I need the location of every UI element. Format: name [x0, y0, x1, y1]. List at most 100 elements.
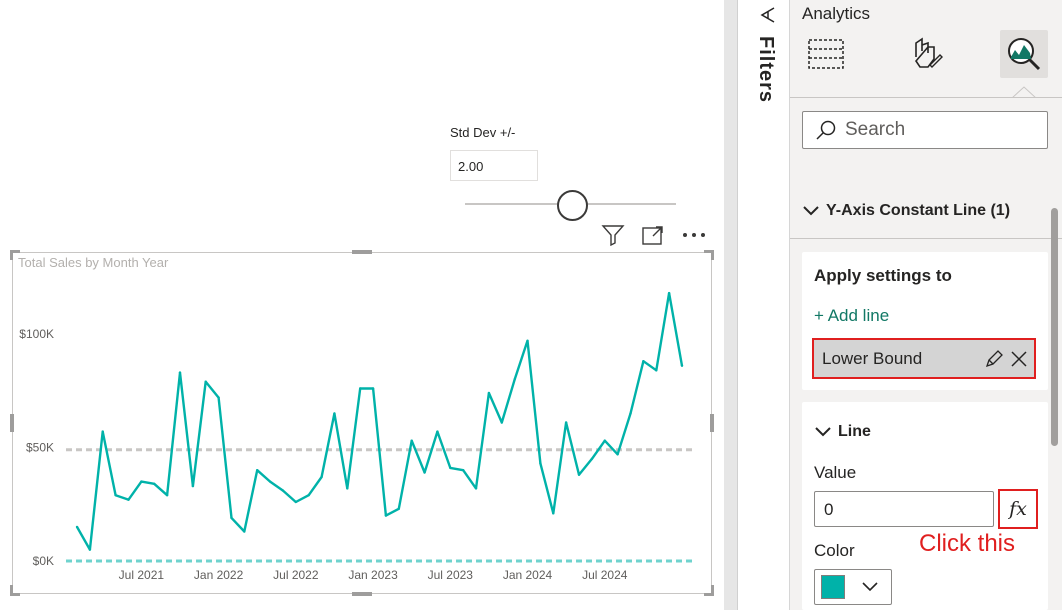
- data-point: [217, 396, 220, 399]
- pane-separator: [790, 97, 1062, 98]
- line-section[interactable]: Line: [802, 420, 1058, 444]
- data-point: [256, 469, 259, 472]
- series-dropdown[interactable]: Lower Bound: [812, 338, 1036, 379]
- add-line-button[interactable]: + Add line: [814, 306, 889, 326]
- data-point: [178, 371, 182, 374]
- value-input[interactable]: 0: [814, 491, 994, 527]
- paintbrush-icon: [914, 37, 943, 68]
- x-tick-label: Jul 2022: [273, 568, 319, 582]
- selected-line-label: Lower Bound: [822, 348, 923, 368]
- pane-divider: [724, 0, 738, 610]
- data-point: [397, 507, 401, 510]
- data-point: [513, 378, 516, 381]
- y-axis-constant-line-section[interactable]: Y-Axis Constant Line (1): [790, 198, 1046, 224]
- data-point: [642, 360, 645, 363]
- tab-build-visual[interactable]: [802, 30, 850, 78]
- line-section-title: Line: [838, 423, 871, 440]
- filters-label[interactable]: Filters: [754, 36, 777, 103]
- search-input[interactable]: Search: [802, 111, 1048, 149]
- data-point: [526, 339, 529, 343]
- data-point: [629, 412, 632, 415]
- data-point: [127, 498, 130, 501]
- data-point: [667, 291, 671, 295]
- std-dev-input[interactable]: 2.00: [450, 150, 538, 181]
- data-point: [590, 457, 594, 461]
- data-point: [333, 412, 336, 415]
- x-tick-label: Jul 2021: [119, 568, 165, 582]
- section-title: Y-Axis Constant Line (1): [826, 202, 1011, 219]
- chevron-down-icon: [803, 206, 819, 216]
- tab-analytics[interactable]: [1000, 30, 1048, 78]
- y-tick-label: $50K: [26, 441, 54, 455]
- data-point: [680, 364, 684, 367]
- pane-scrollbar[interactable]: [1051, 208, 1058, 446]
- data-point: [358, 387, 362, 390]
- section-separator: [790, 238, 1062, 239]
- more-options-icon[interactable]: [681, 222, 707, 248]
- value-label: Value: [814, 463, 857, 482]
- data-point: [346, 487, 349, 490]
- data-point: [500, 421, 503, 424]
- x-tick-label: Jul 2023: [428, 568, 474, 582]
- color-picker[interactable]: [814, 569, 892, 605]
- click-this-annotation: Click this: [919, 530, 1016, 557]
- x-tick-label: Jan 2024: [503, 568, 553, 582]
- data-point: [268, 480, 272, 483]
- data-point: [449, 466, 452, 470]
- x-tick-label: Jul 2024: [582, 568, 628, 582]
- total-sales-line: [75, 291, 684, 551]
- focus-mode-icon[interactable]: [640, 222, 666, 248]
- data-point: [487, 391, 491, 395]
- std-dev-slider-thumb[interactable]: [557, 190, 588, 221]
- chevron-down-icon: [815, 427, 831, 437]
- funnel-collapse-icon[interactable]: [758, 6, 778, 24]
- data-point: [320, 475, 323, 479]
- y-tick-label: $0K: [33, 554, 54, 568]
- close-icon[interactable]: [1010, 350, 1028, 368]
- color-swatch: [821, 575, 845, 599]
- data-point: [294, 500, 298, 504]
- y-tick-label: $100K: [19, 327, 54, 341]
- tab-format[interactable]: [902, 30, 950, 78]
- data-point: [655, 369, 658, 372]
- data-point: [165, 493, 169, 497]
- data-point: [140, 480, 143, 483]
- magnifier-chart-icon: [1008, 38, 1041, 71]
- data-point: [88, 548, 92, 551]
- data-point: [114, 493, 117, 497]
- data-point: [191, 484, 195, 488]
- slicer-title: Std Dev +/-: [450, 125, 516, 140]
- data-point: [101, 430, 104, 433]
- data-point: [153, 482, 156, 486]
- data-point: [307, 493, 310, 497]
- pencil-icon[interactable]: [984, 349, 1004, 369]
- x-tick-label: Jan 2022: [194, 568, 244, 582]
- pane-title: Analytics: [802, 4, 871, 23]
- data-point: [243, 530, 246, 533]
- data-point: [410, 439, 413, 442]
- data-point: [603, 439, 606, 442]
- color-label: Color: [814, 541, 855, 560]
- search-icon: [816, 120, 836, 140]
- x-tick-label: Jan 2023: [348, 568, 398, 582]
- fx-conditional-format-button[interactable]: fx: [998, 489, 1038, 529]
- search-placeholder: Search: [845, 119, 906, 140]
- data-point: [436, 430, 439, 433]
- data-point: [616, 453, 619, 456]
- data-point: [230, 516, 233, 520]
- chevron-down-icon: [862, 582, 878, 592]
- chart-plot: $0K $50K $100K Jul 2021 Jan 2022 Jul 2022 Jan…: [19, 291, 696, 582]
- data-point: [539, 462, 542, 465]
- data-point: [384, 514, 388, 517]
- data-point: [552, 512, 555, 515]
- data-point: [461, 469, 465, 472]
- filter-icon[interactable]: [600, 222, 626, 248]
- data-point: [371, 387, 375, 390]
- data-point: [423, 471, 426, 474]
- table-grid-icon: [808, 39, 844, 69]
- data-point: [204, 380, 207, 383]
- data-point: [577, 473, 581, 476]
- data-point: [564, 421, 568, 424]
- apply-settings-label: Apply settings to: [814, 266, 952, 285]
- data-point: [474, 487, 478, 490]
